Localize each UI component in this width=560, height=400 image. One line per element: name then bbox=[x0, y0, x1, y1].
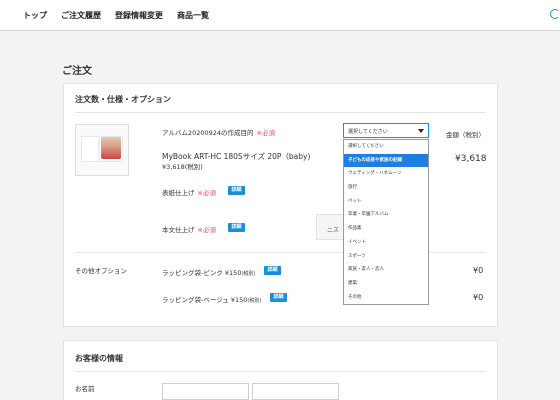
tax-note: (税別) bbox=[247, 298, 262, 304]
purpose-label: アルバム20200924の作成目的 bbox=[162, 129, 254, 137]
required-mark: ※必須 bbox=[197, 189, 216, 197]
dropdown-option[interactable]: その他 bbox=[344, 291, 428, 305]
page-title: ご注文 bbox=[62, 66, 92, 77]
body-finish-row: 本文仕上げ ※必須 bbox=[162, 224, 216, 234]
required-mark: ※必須 bbox=[197, 226, 216, 234]
user-icon[interactable] bbox=[550, 9, 560, 19]
dropdown-option[interactable]: イベント bbox=[344, 236, 428, 250]
dropdown-option[interactable]: 建築 bbox=[344, 277, 428, 291]
top-navigation: トップ ご注文履歴 登録情報変更 商品一覧 bbox=[0, 0, 560, 31]
dropdown-option[interactable]: 卒業・卒園アルバム bbox=[344, 208, 428, 222]
dropdown-option[interactable]: スポーツ bbox=[344, 250, 428, 264]
dropdown-option[interactable]: 子どもの成長や家族の記録 bbox=[344, 153, 428, 168]
customer-info-card: お客様の情報 お名前 bbox=[63, 340, 498, 400]
name-label: お名前 bbox=[75, 385, 95, 393]
wrap-pink-price: ¥0 bbox=[473, 266, 484, 275]
wrap-beige-label: ラッピング袋-ベージュ ¥150 bbox=[162, 296, 248, 304]
dropdown-option[interactable]: 家族・友人・恋人 bbox=[344, 263, 428, 277]
cover-finish-label: 表紙仕上げ bbox=[162, 189, 195, 197]
nav-item-top[interactable]: トップ bbox=[23, 10, 47, 21]
album-thumbnail bbox=[75, 124, 129, 176]
product-unit-price: ¥3,618(税別) bbox=[162, 163, 203, 171]
nav-item-order-history[interactable]: ご注文履歴 bbox=[61, 10, 101, 21]
order-options-heading: 注文数・仕様・オプション bbox=[75, 95, 171, 104]
dropdown-option[interactable]: 選択してください bbox=[344, 140, 428, 154]
cover-detail-button[interactable]: 詳細 bbox=[228, 186, 245, 195]
wrap-pink-label: ラッピング袋-ピンク ¥150 bbox=[162, 269, 242, 277]
divider bbox=[75, 371, 486, 372]
required-mark: ※必須 bbox=[256, 129, 275, 137]
wrap-pink-detail-button[interactable]: 詳細 bbox=[264, 266, 281, 275]
purpose-select-value: 選択してください bbox=[348, 129, 388, 135]
purpose-dropdown-list: 選択してください 子どもの成長や家族の記録 ウェディング・ハネムーン 旅行 ペット 卒業・… bbox=[343, 139, 429, 306]
nav-item-profile-edit[interactable]: 登録情報変更 bbox=[115, 10, 163, 21]
nav-links: トップ ご注文履歴 登録情報変更 商品一覧 bbox=[23, 10, 223, 21]
tax-note: (税別) bbox=[241, 271, 256, 277]
dropdown-option[interactable]: ウェディング・ハネムーン bbox=[344, 167, 428, 181]
order-options-card: 注文数・仕様・オプション アルバム20200924の作成目的 ※必須 MyBook… bbox=[63, 83, 498, 327]
purpose-label-row: アルバム20200924の作成目的 ※必須 bbox=[162, 127, 275, 137]
wrap-beige-detail-button[interactable]: 詳細 bbox=[270, 293, 287, 302]
customer-info-heading: お客様の情報 bbox=[75, 354, 123, 363]
last-name-input[interactable] bbox=[162, 383, 249, 400]
dropdown-option[interactable]: ペット bbox=[344, 195, 428, 209]
price-header: 金額（税別） bbox=[446, 131, 485, 139]
dropdown-option[interactable]: 作品集 bbox=[344, 222, 428, 236]
wrap-pink-row: ラッピング袋-ピンク ¥150(税別) bbox=[162, 267, 255, 277]
album-spine bbox=[98, 136, 100, 162]
divider bbox=[75, 112, 486, 113]
line-total: ¥3,618 bbox=[455, 154, 487, 164]
first-name-input[interactable] bbox=[252, 383, 339, 400]
body-detail-button[interactable]: 詳細 bbox=[228, 223, 245, 232]
dropdown-option[interactable]: 旅行 bbox=[344, 181, 428, 195]
finish-option-text: ニス bbox=[327, 227, 340, 234]
chevron-down-icon bbox=[418, 129, 424, 133]
finish-option-box[interactable]: ニス bbox=[316, 214, 346, 240]
wrap-beige-price: ¥0 bbox=[473, 293, 484, 302]
other-options-label: その他オプション bbox=[75, 267, 127, 275]
cover-finish-row: 表紙仕上げ ※必須 bbox=[162, 187, 216, 197]
nav-item-product-list[interactable]: 商品一覧 bbox=[177, 10, 209, 21]
album-photo bbox=[101, 137, 121, 159]
body-finish-label: 本文仕上げ bbox=[162, 226, 195, 234]
purpose-select[interactable]: 選択してください bbox=[343, 123, 429, 138]
wrap-beige-row: ラッピング袋-ベージュ ¥150(税別) bbox=[162, 294, 261, 304]
